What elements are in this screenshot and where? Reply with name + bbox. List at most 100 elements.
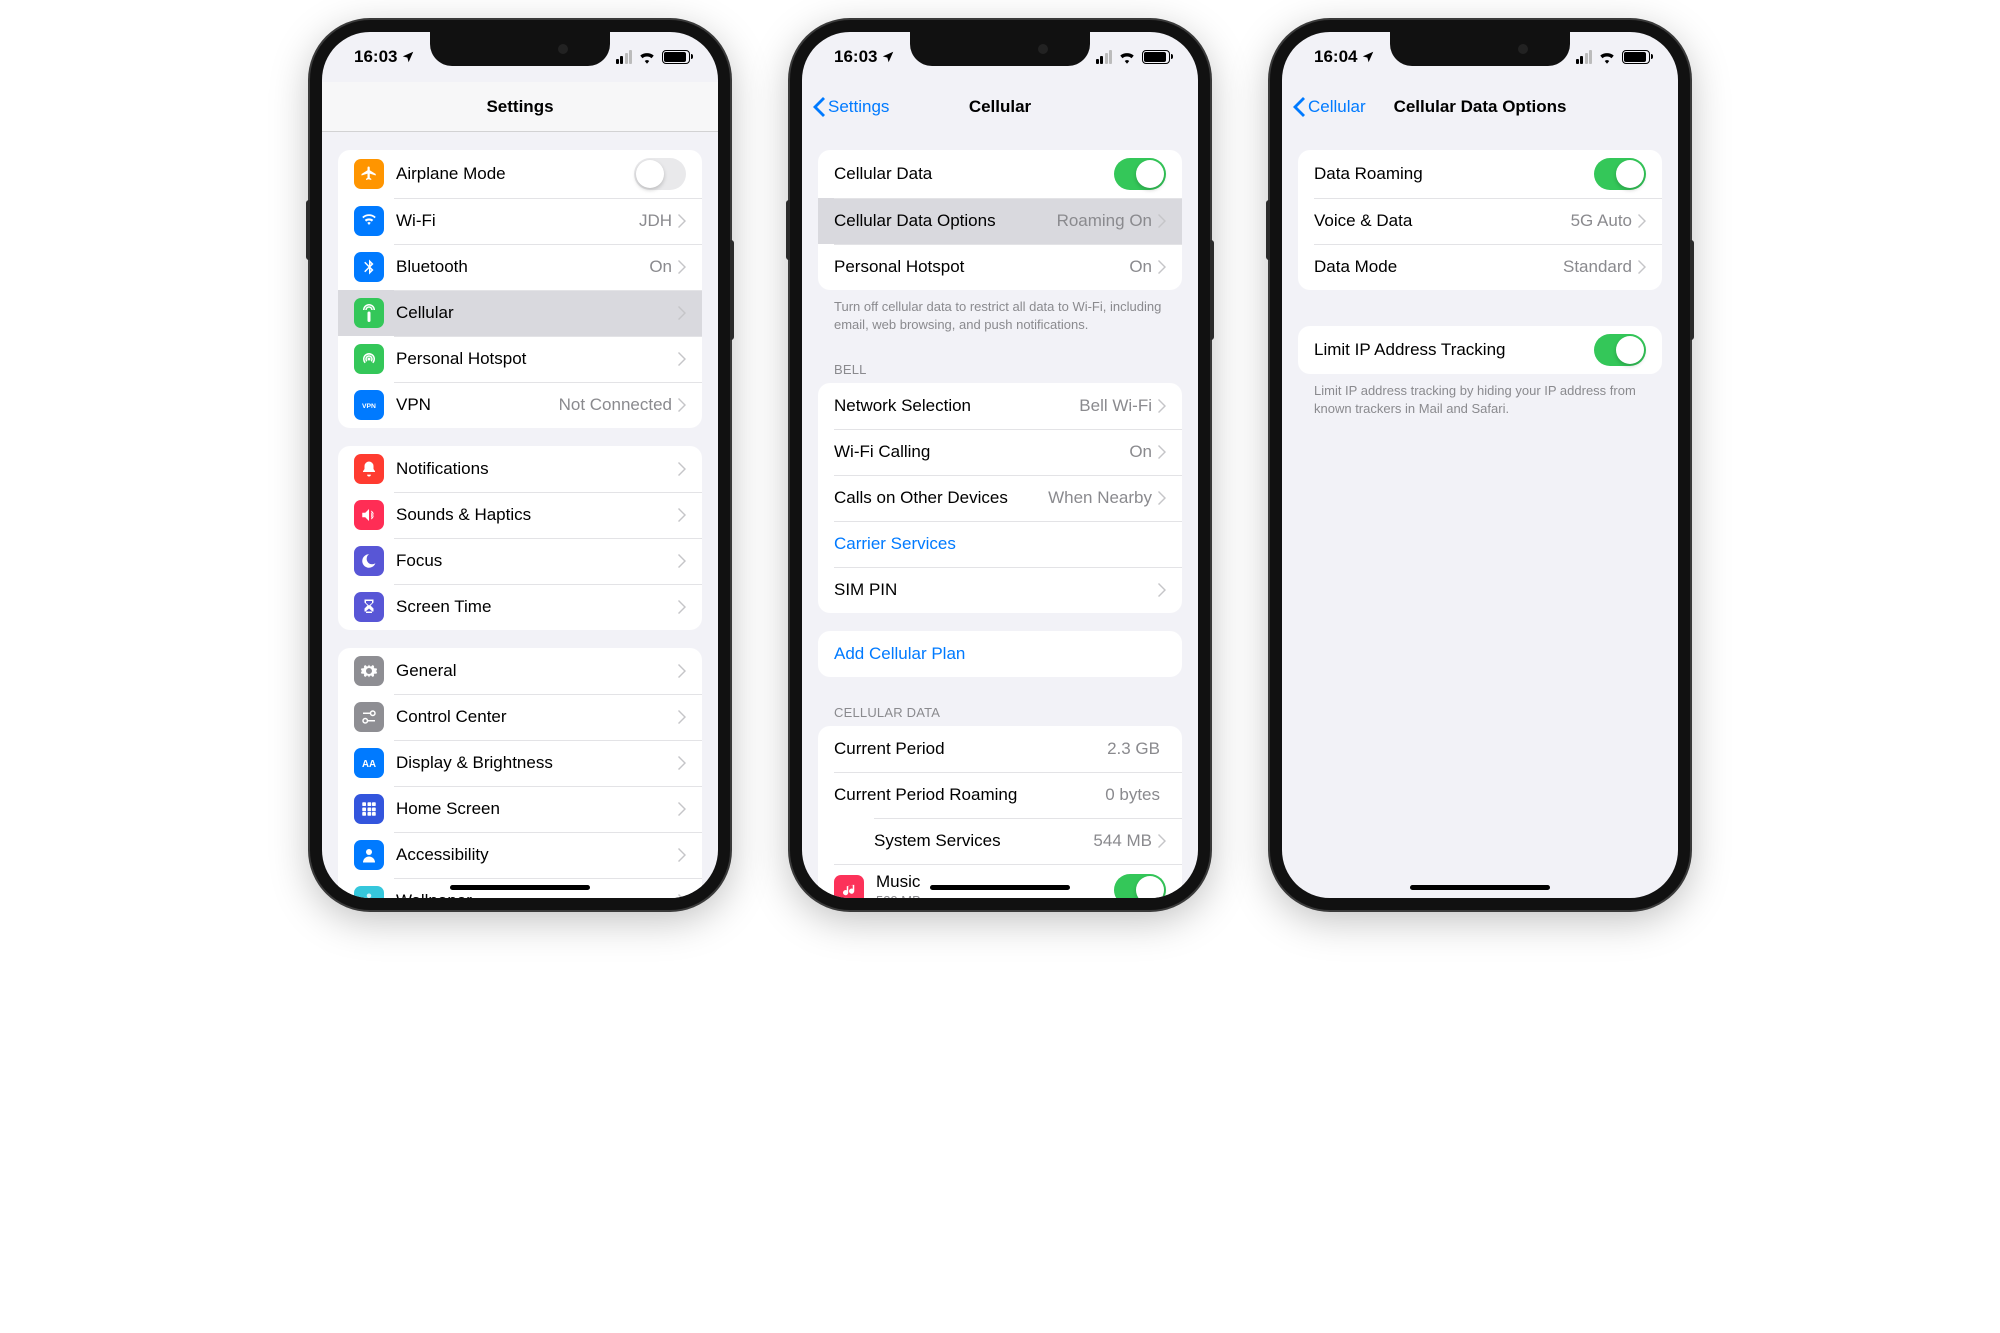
row-cellular[interactable]: Cellular <box>338 290 702 336</box>
row-label: Add Cellular Plan <box>834 644 1166 664</box>
row-carrier-services[interactable]: Carrier Services <box>818 521 1182 567</box>
svg-text:AA: AA <box>362 759 376 770</box>
switches-icon <box>354 702 384 732</box>
row-value: Bell Wi-Fi <box>1079 396 1152 416</box>
row-label: Network Selection <box>834 396 1079 416</box>
row-label: SIM PIN <box>834 580 1158 600</box>
row-data-roaming[interactable]: Data Roaming <box>1298 150 1662 198</box>
aa-icon: AA <box>354 748 384 778</box>
row-label: Wi-Fi <box>396 211 639 231</box>
row-general[interactable]: General <box>338 648 702 694</box>
row-display-brightness[interactable]: AA Display & Brightness <box>338 740 702 786</box>
chevron-right-icon <box>678 508 686 522</box>
screen: 16:03 Settings Cellular Cellular DataCel… <box>802 32 1198 898</box>
row-focus[interactable]: Focus <box>338 538 702 584</box>
row-label: Focus <box>396 551 678 571</box>
row-sim-pin[interactable]: SIM PIN <box>818 567 1182 613</box>
toggle-switch[interactable] <box>1594 158 1646 190</box>
row-calls-on-other-devices[interactable]: Calls on Other DevicesWhen Nearby <box>818 475 1182 521</box>
row-value: On <box>649 257 672 277</box>
row-label: Airplane Mode <box>396 164 634 184</box>
data-options-group-main: Data RoamingVoice & Data5G AutoData Mode… <box>1298 150 1662 290</box>
flower-icon <box>354 886 384 898</box>
screen: 16:03 Settings Airplane ModeWi-FiJDHBlue… <box>322 32 718 898</box>
row-vpn[interactable]: VPNVPNNot Connected <box>338 382 702 428</box>
row-label: Home Screen <box>396 799 678 819</box>
page-title: Cellular <box>969 97 1031 117</box>
row-accessibility[interactable]: Accessibility <box>338 832 702 878</box>
row-cellular-data[interactable]: Cellular Data <box>818 150 1182 198</box>
row-bluetooth[interactable]: BluetoothOn <box>338 244 702 290</box>
chevron-right-icon <box>678 710 686 724</box>
toggle-switch[interactable] <box>1114 158 1166 190</box>
group-footer: Limit IP address tracking by hiding your… <box>1314 382 1646 418</box>
location-icon <box>1361 50 1375 64</box>
row-label: Display & Brightness <box>396 753 678 773</box>
row-label: Voice & Data <box>1314 211 1571 231</box>
content-scroll[interactable]: Cellular Data Cellular Data OptionsRoamin… <box>802 132 1198 898</box>
chevron-right-icon <box>678 894 686 898</box>
speaker-icon <box>354 500 384 530</box>
home-indicator[interactable] <box>450 885 590 890</box>
row-sublabel: 529 MB <box>876 893 1114 898</box>
row-value: 544 MB <box>1093 831 1152 851</box>
row-notifications[interactable]: Notifications <box>338 446 702 492</box>
hourglass-icon <box>354 592 384 622</box>
row-label: Cellular <box>396 303 678 323</box>
row-wi-fi-calling[interactable]: Wi-Fi CallingOn <box>818 429 1182 475</box>
row-airplane-mode[interactable]: Airplane Mode <box>338 150 702 198</box>
row-voice-data[interactable]: Voice & Data5G Auto <box>1298 198 1662 244</box>
location-icon <box>401 50 415 64</box>
hotspot-icon <box>354 344 384 374</box>
chevron-right-icon <box>1158 491 1166 505</box>
cellular-group-carrier: Network SelectionBell Wi-FiWi-Fi Calling… <box>818 383 1182 613</box>
row-personal-hotspot[interactable]: Personal HotspotOn <box>818 244 1182 290</box>
row-control-center[interactable]: Control Center <box>338 694 702 740</box>
row-network-selection[interactable]: Network SelectionBell Wi-Fi <box>818 383 1182 429</box>
airplane-icon <box>354 159 384 189</box>
row-value: 5G Auto <box>1571 211 1632 231</box>
row-sounds-haptics[interactable]: Sounds & Haptics <box>338 492 702 538</box>
chevron-right-icon <box>678 306 686 320</box>
cellular-signal-icon <box>616 50 633 64</box>
row-label: Current Period Roaming <box>834 785 1105 805</box>
grid-icon <box>354 794 384 824</box>
home-indicator[interactable] <box>1410 885 1550 890</box>
row-system-services[interactable]: System Services544 MB <box>818 818 1182 864</box>
row-home-screen[interactable]: Home Screen <box>338 786 702 832</box>
row-current-period[interactable]: Current Period2.3 GB <box>818 726 1182 772</box>
row-screen-time[interactable]: Screen Time <box>338 584 702 630</box>
row-data-mode[interactable]: Data ModeStandard <box>1298 244 1662 290</box>
row-label: Carrier Services <box>834 534 1166 554</box>
chevron-right-icon <box>678 802 686 816</box>
row-cellular-data-options[interactable]: Cellular Data OptionsRoaming On <box>818 198 1182 244</box>
chevron-right-icon <box>1158 445 1166 459</box>
row-personal-hotspot[interactable]: Personal Hotspot <box>338 336 702 382</box>
vpn-icon: VPN <box>354 390 384 420</box>
screen: 16:04 Cellular Cellular Data Options Dat… <box>1282 32 1678 898</box>
phone-data-options: 16:04 Cellular Cellular Data Options Dat… <box>1270 20 1690 910</box>
row-add-cellular-plan[interactable]: Add Cellular Plan <box>818 631 1182 677</box>
row-value: 0 bytes <box>1105 785 1160 805</box>
row-music[interactable]: Music529 MB <box>818 864 1182 898</box>
content-scroll[interactable]: Airplane Mode Wi-FiJDHBluetoothOn Cellular… <box>322 132 718 898</box>
chevron-right-icon <box>1158 214 1166 228</box>
person-icon <box>354 840 384 870</box>
row-wi-fi[interactable]: Wi-FiJDH <box>338 198 702 244</box>
content-scroll[interactable]: Data RoamingVoice & Data5G AutoData Mode… <box>1282 132 1678 898</box>
row-value: On <box>1129 257 1152 277</box>
toggle-switch[interactable] <box>634 158 686 190</box>
status-time: 16:04 <box>1314 47 1357 67</box>
toggle-switch[interactable] <box>1114 874 1166 898</box>
row-current-period-roaming[interactable]: Current Period Roaming0 bytes <box>818 772 1182 818</box>
row-label: Cellular Data <box>834 164 1114 184</box>
row-label: Data Roaming <box>1314 164 1594 184</box>
home-indicator[interactable] <box>930 885 1070 890</box>
chevron-right-icon <box>678 756 686 770</box>
toggle-switch[interactable] <box>1594 334 1646 366</box>
navbar: Settings Cellular <box>802 82 1198 132</box>
row-limit-ip-address-tracking[interactable]: Limit IP Address Tracking <box>1298 326 1662 374</box>
row-value: Not Connected <box>559 395 672 415</box>
back-button[interactable]: Settings <box>812 97 889 117</box>
back-button[interactable]: Cellular <box>1292 97 1366 117</box>
